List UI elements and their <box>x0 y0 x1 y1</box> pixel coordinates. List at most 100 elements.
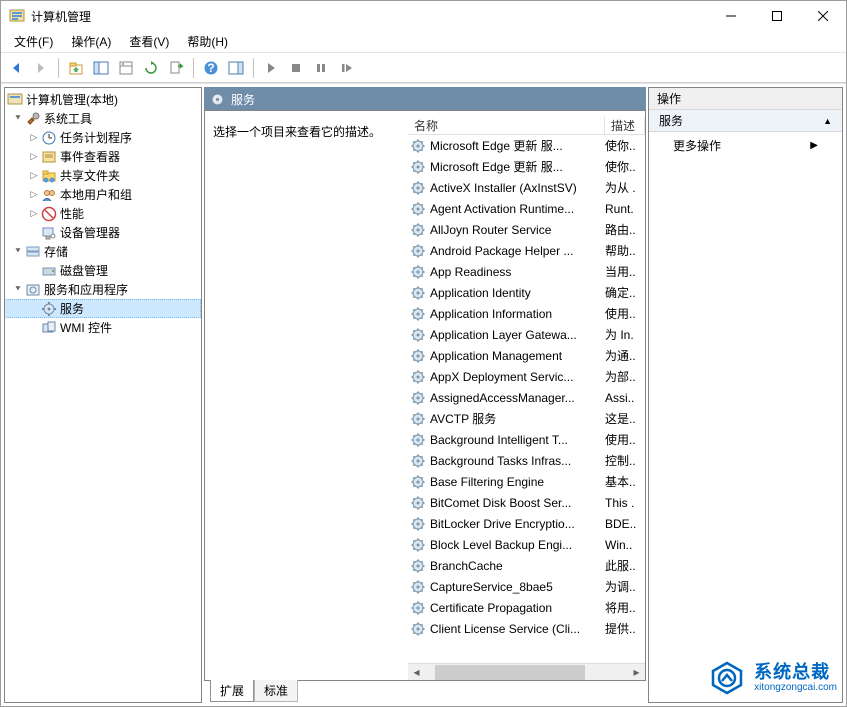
gear-icon <box>410 516 426 532</box>
service-row[interactable]: ActiveX Installer (AxInstSV)为从 . <box>408 177 645 198</box>
menu-action[interactable]: 操作(A) <box>62 31 120 52</box>
tree-services[interactable]: 服务 <box>4 299 201 318</box>
service-row[interactable]: Microsoft Edge 更新 服...使你.. <box>408 156 645 177</box>
service-row[interactable]: Application Identity确定.. <box>408 282 645 303</box>
action-more[interactable]: 更多操作 ▶ <box>649 132 842 159</box>
refresh-button[interactable] <box>140 57 162 79</box>
expand-icon[interactable]: ▷ <box>27 208 41 219</box>
window: 计算机管理 文件(F) 操作(A) 查看(V) 帮助(H) ? <box>0 0 847 707</box>
service-list[interactable]: Microsoft Edge 更新 服...使你..Microsoft Edge… <box>408 135 645 663</box>
service-desc: 当用.. <box>605 263 645 280</box>
tree-shared-folders[interactable]: ▷ 共享文件夹 <box>5 166 201 185</box>
pause-service-button[interactable] <box>310 57 332 79</box>
service-row[interactable]: AllJoyn Router Service路由.. <box>408 219 645 240</box>
service-row[interactable]: Microsoft Edge 更新 服...使你.. <box>408 135 645 156</box>
properties-button[interactable] <box>115 57 137 79</box>
service-row[interactable]: Android Package Helper ...帮助.. <box>408 240 645 261</box>
service-row[interactable]: CaptureService_8bae5为调.. <box>408 576 645 597</box>
help-button[interactable]: ? <box>200 57 222 79</box>
service-row[interactable]: Block Level Backup Engi...Win.. <box>408 534 645 555</box>
expand-icon[interactable]: ▷ <box>27 132 41 143</box>
restart-service-button[interactable] <box>335 57 357 79</box>
tree-services-apps[interactable]: ⯆ 服务和应用程序 <box>5 280 201 299</box>
watermark: 系统总裁 xitongzongcai.com <box>708 659 837 697</box>
columns-header: 名称 描述 <box>408 111 645 135</box>
menu-help[interactable]: 帮助(H) <box>178 31 237 52</box>
collapse-icon[interactable]: ⯆ <box>11 113 25 124</box>
computer-icon <box>7 92 23 108</box>
up-button[interactable] <box>65 57 87 79</box>
tree-task-scheduler[interactable]: ▷ 任务计划程序 <box>5 128 201 147</box>
column-name[interactable]: 名称 <box>408 117 605 134</box>
tree-performance[interactable]: ▷ 性能 <box>5 204 201 223</box>
horizontal-scrollbar[interactable]: ◂ ▸ <box>408 663 645 680</box>
service-row[interactable]: AppX Deployment Servic...为部.. <box>408 366 645 387</box>
collapse-icon[interactable]: ⯆ <box>11 284 25 295</box>
tree-wmi[interactable]: WMI 控件 <box>5 318 201 337</box>
service-row[interactable]: AssignedAccessManager...Assi.. <box>408 387 645 408</box>
show-hide-tree-button[interactable] <box>90 57 112 79</box>
gear-icon <box>410 579 426 595</box>
service-row[interactable]: Application Management为通.. <box>408 345 645 366</box>
actions-title: 操作 <box>649 88 842 110</box>
scroll-thumb[interactable] <box>435 665 585 680</box>
minimize-button[interactable] <box>708 1 754 31</box>
tree-root[interactable]: 计算机管理(本地) <box>5 90 201 109</box>
actions-section[interactable]: 服务 ▲ <box>649 110 842 132</box>
service-row[interactable]: Application Layer Gatewa...为 In. <box>408 324 645 345</box>
tree-pane[interactable]: 计算机管理(本地) ⯆ 系统工具 ▷ 任务计划程序 ▷ 事件查看器 ▷ 共享文件… <box>4 87 202 703</box>
service-name: AssignedAccessManager... <box>430 391 605 405</box>
gear-icon <box>410 327 426 343</box>
service-name: Block Level Backup Engi... <box>430 538 605 552</box>
scroll-left-icon[interactable]: ◂ <box>408 664 425 681</box>
tree-disk-management[interactable]: 磁盘管理 <box>5 261 201 280</box>
service-row[interactable]: Background Tasks Infras...控制.. <box>408 450 645 471</box>
service-name: Client License Service (Cli... <box>430 622 605 636</box>
service-row[interactable]: Client License Service (Cli...提供.. <box>408 618 645 639</box>
service-row[interactable]: BitLocker Drive Encryptio...BDE.. <box>408 513 645 534</box>
service-name: AllJoyn Router Service <box>430 223 605 237</box>
forward-button[interactable] <box>30 57 52 79</box>
tree-storage[interactable]: ⯆ 存储 <box>5 242 201 261</box>
export-button[interactable] <box>165 57 187 79</box>
stop-service-button[interactable] <box>285 57 307 79</box>
service-name: Microsoft Edge 更新 服... <box>430 158 605 175</box>
service-row[interactable]: App Readiness当用.. <box>408 261 645 282</box>
menu-view[interactable]: 查看(V) <box>120 31 178 52</box>
tab-extended[interactable]: 扩展 <box>210 680 254 702</box>
start-service-button[interactable] <box>260 57 282 79</box>
menubar: 文件(F) 操作(A) 查看(V) 帮助(H) <box>1 31 846 53</box>
service-row[interactable]: AVCTP 服务这是.. <box>408 408 645 429</box>
close-button[interactable] <box>800 1 846 31</box>
show-hide-action-button[interactable] <box>225 57 247 79</box>
service-row[interactable]: Background Intelligent T...使用.. <box>408 429 645 450</box>
tab-standard[interactable]: 标准 <box>254 680 298 702</box>
gear-icon <box>410 180 426 196</box>
tree-local-users[interactable]: ▷ 本地用户和组 <box>5 185 201 204</box>
maximize-button[interactable] <box>754 1 800 31</box>
service-name: Application Layer Gatewa... <box>430 328 605 342</box>
service-name: App Readiness <box>430 265 605 279</box>
service-row[interactable]: Application Information使用.. <box>408 303 645 324</box>
tree-system-tools[interactable]: ⯆ 系统工具 <box>5 109 201 128</box>
collapse-icon[interactable]: ⯆ <box>11 246 25 257</box>
expand-icon[interactable]: ▷ <box>27 189 41 200</box>
service-name: Microsoft Edge 更新 服... <box>430 137 605 154</box>
scroll-right-icon[interactable]: ▸ <box>628 664 645 681</box>
watermark-logo-icon <box>708 659 746 697</box>
service-row[interactable]: Agent Activation Runtime...Runt. <box>408 198 645 219</box>
expand-icon[interactable]: ▷ <box>27 170 41 181</box>
tree-event-viewer[interactable]: ▷ 事件查看器 <box>5 147 201 166</box>
service-row[interactable]: BitComet Disk Boost Ser...This . <box>408 492 645 513</box>
back-button[interactable] <box>5 57 27 79</box>
expand-icon[interactable]: ▷ <box>27 151 41 162</box>
menu-file[interactable]: 文件(F) <box>5 31 62 52</box>
service-row[interactable]: Certificate Propagation将用.. <box>408 597 645 618</box>
column-description[interactable]: 描述 <box>605 117 645 134</box>
service-name: AppX Deployment Servic... <box>430 370 605 384</box>
service-row[interactable]: BranchCache此服.. <box>408 555 645 576</box>
service-desc: 控制.. <box>605 452 645 469</box>
service-row[interactable]: Base Filtering Engine基本.. <box>408 471 645 492</box>
tree-device-manager[interactable]: 设备管理器 <box>5 223 201 242</box>
event-icon <box>41 149 57 165</box>
